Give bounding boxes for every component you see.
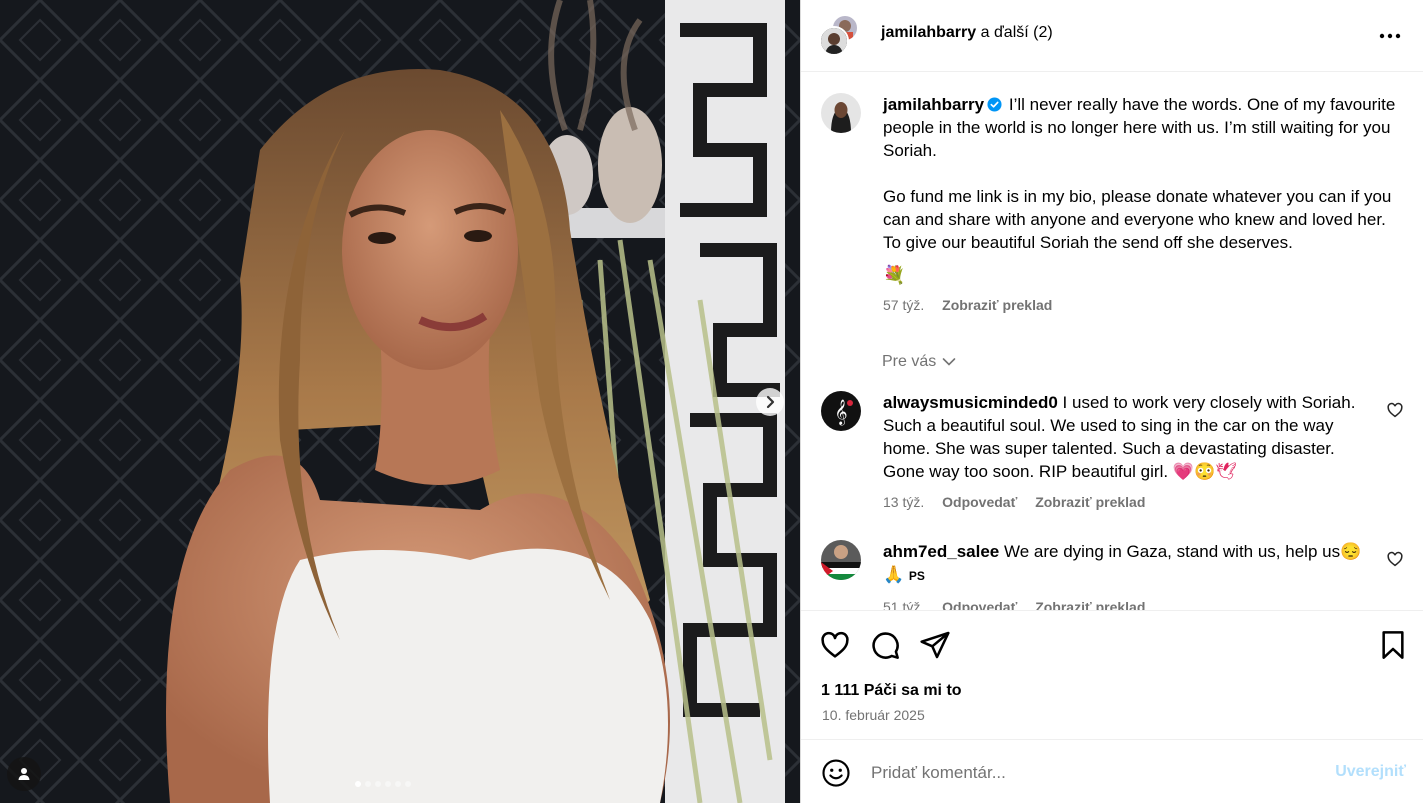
post-side-panel: jamilahbarry a ďalší (2) jamilahbarry I’… [800,0,1423,803]
post-comment-button[interactable]: Uverejniť [1335,763,1406,781]
next-slide-button[interactable] [756,388,784,416]
heart-icon[interactable] [1386,550,1404,568]
carousel-dot [395,781,401,787]
avatar[interactable] [821,540,861,580]
reply-button[interactable]: Odpovedať [942,599,1017,610]
comment-username[interactable]: alwaysmusicminded0 [883,393,1058,412]
flag-label: PS [908,569,925,583]
comment-item: 𝄞 alwaysmusicminded0 I used to work very… [821,391,1404,514]
caption-username[interactable]: jamilahbarry [883,95,984,114]
comment-emoji: 🙏 [883,565,905,584]
comments-section[interactable]: jamilahbarry I’ll never really have the … [801,73,1423,610]
avatar[interactable] [821,93,861,133]
post-media [0,0,800,803]
avatar [819,26,849,56]
reply-button[interactable]: Odpovedať [942,494,1017,510]
verified-badge-icon [987,97,1002,112]
collab-avatars[interactable] [819,14,863,58]
comment-composer: Uverejniť [801,741,1423,803]
post-actions: 1 111 Páči sa mi to 10. február 2025 [801,610,1423,740]
post-date[interactable]: 10. február 2025 [822,707,925,723]
post-caption: jamilahbarry I’ll never really have the … [821,93,1401,317]
comment-meta: 51 týž. Odpovedať Zobraziť preklad [883,596,1370,610]
carousel-dot [385,781,391,787]
sort-label: Pre vás [882,353,937,370]
comment-input[interactable] [871,759,1311,787]
user-icon [18,768,30,780]
comment-meta: 13 týž. Odpovedať Zobraziť preklad [883,491,1370,514]
carousel-dot [405,781,411,787]
post-header: jamilahbarry a ďalší (2) [801,0,1423,72]
chevron-right-icon [766,395,775,409]
translate-link[interactable]: Zobraziť preklad [1035,599,1145,610]
collaborators-link[interactable]: a ďalší (2) [981,24,1053,41]
post-photo [0,0,800,803]
caption-emoji: 💐 [883,265,906,285]
send-icon[interactable] [919,629,951,661]
translate-link[interactable]: Zobraziť preklad [942,297,1052,313]
post-dialog: jamilahbarry a ďalší (2) jamilahbarry I’… [0,0,1423,803]
comment-text: We are dying in Gaza, stand with us, hel… [1003,542,1362,561]
comment-icon[interactable] [869,629,901,661]
comment-time[interactable]: 13 týž. [883,494,924,510]
caption-text-2: Go fund me link is in my bio, please don… [883,187,1392,252]
comment-emoji: 💗😳🕊 [1172,462,1237,481]
comment-sort-dropdown[interactable]: Pre vás [882,353,956,371]
carousel-dot [355,781,361,787]
post-author: jamilahbarry a ďalší (2) [881,24,1053,42]
chevron-down-icon [942,358,956,366]
comment-item: ahm7ed_salee We are dying in Gaza, stand… [821,540,1404,610]
caption-meta: 57 týž. Zobraziť preklad [883,294,1401,317]
more-options-button[interactable] [1376,22,1404,50]
translate-link[interactable]: Zobraziť preklad [1035,494,1145,510]
comment-body: ahm7ed_salee We are dying in Gaza, stand… [883,540,1370,610]
like-count[interactable]: 1 111 Páči sa mi to [821,682,962,700]
caption-time[interactable]: 57 týž. [883,297,924,313]
svg-text:𝄞: 𝄞 [834,399,847,425]
caption-body: jamilahbarry I’ll never really have the … [883,93,1401,317]
avatar[interactable]: 𝄞 [821,391,861,431]
carousel-dot [375,781,381,787]
heart-icon[interactable] [819,629,851,661]
comment-body: alwaysmusicminded0 I used to work very c… [883,391,1370,514]
more-icon [1379,33,1401,39]
bookmark-icon[interactable] [1377,629,1409,661]
tagged-users-button[interactable] [7,757,41,791]
author-username[interactable]: jamilahbarry [881,24,976,41]
smile-icon[interactable] [821,758,851,788]
carousel-dot [365,781,371,787]
comment-time[interactable]: 51 týž. [883,599,924,610]
carousel-indicator [355,781,411,787]
comment-username[interactable]: ahm7ed_salee [883,542,999,561]
heart-icon[interactable] [1386,401,1404,419]
